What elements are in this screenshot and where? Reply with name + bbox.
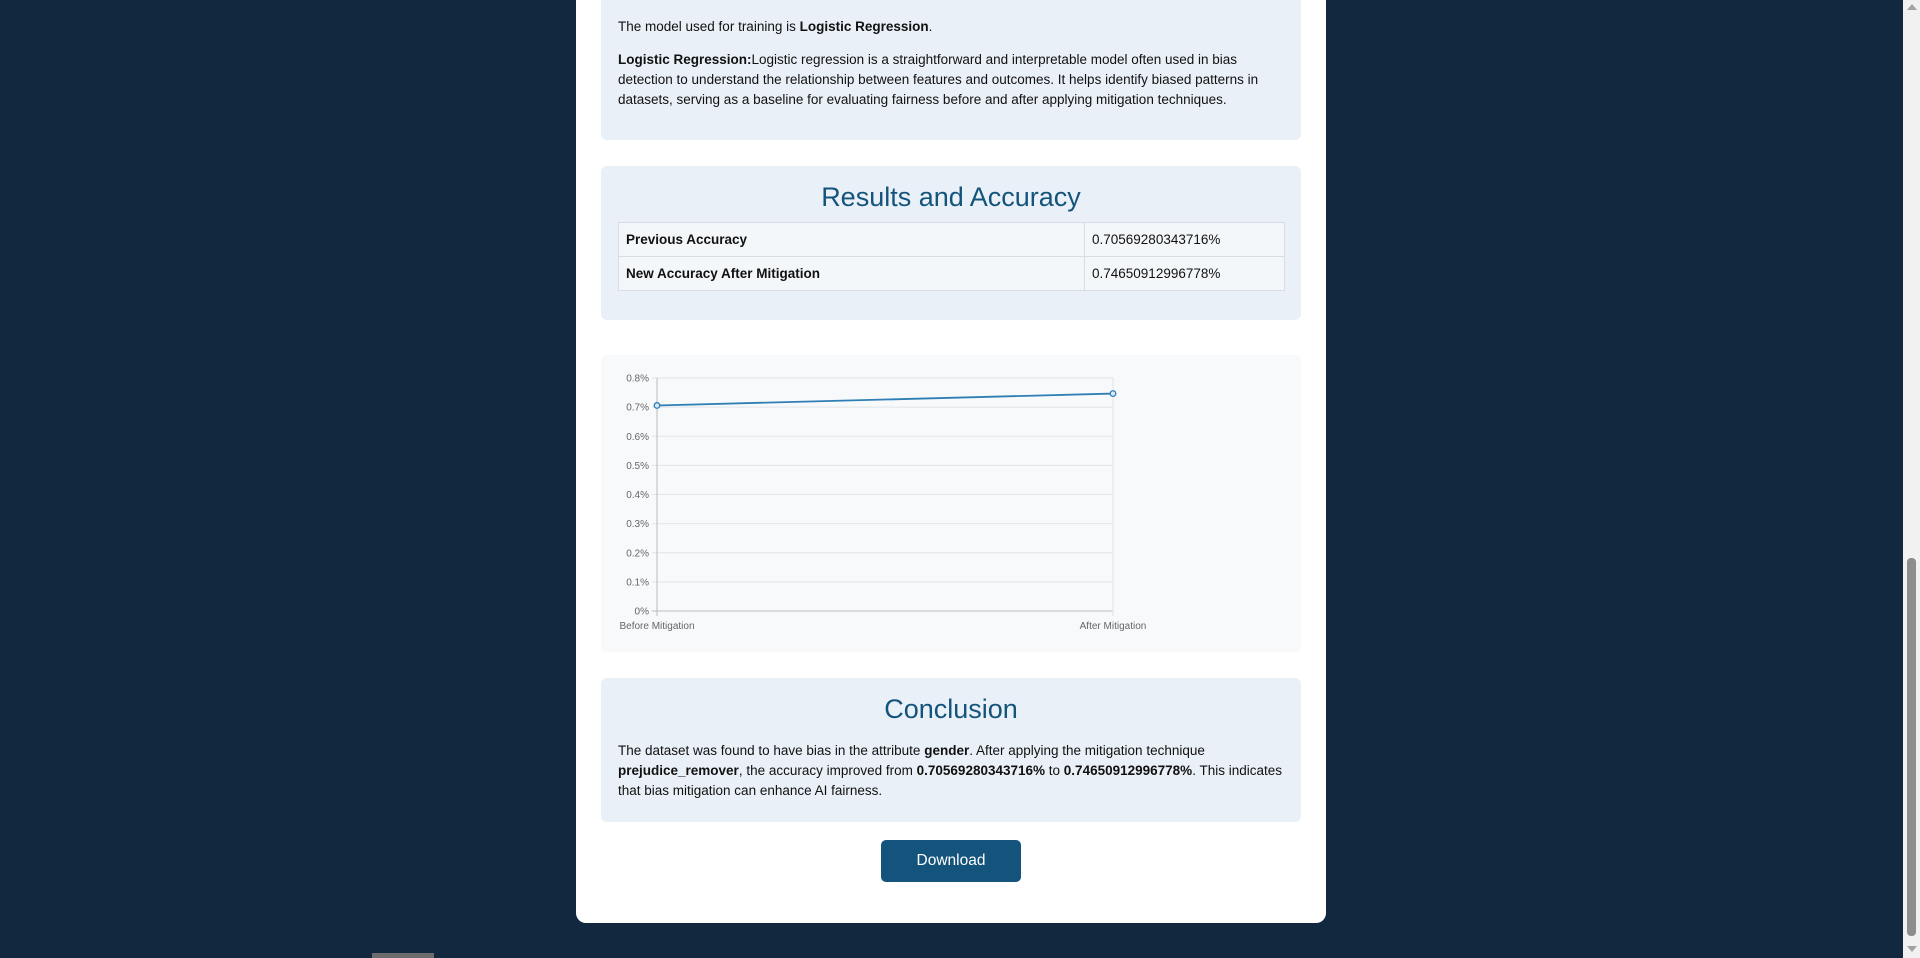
mitigation-technique: prejudice_remover	[618, 763, 739, 778]
y-tick-label: 0.4%	[626, 490, 649, 501]
model-description: Logistic Regression:Logistic regression …	[618, 50, 1278, 110]
new-accuracy-label: New Accuracy After Mitigation	[618, 256, 1085, 291]
y-tick-label: 0.5%	[626, 461, 649, 472]
bias-attribute: gender	[924, 743, 970, 758]
conclusion-title: Conclusion	[884, 694, 1018, 724]
new-accuracy-value: 0.74650912996778%	[1084, 256, 1285, 291]
series-line	[656, 392, 1114, 407]
previous-accuracy-label: Previous Accuracy	[618, 222, 1085, 257]
y-tick-label: 0%	[635, 607, 650, 618]
y-tick-label: 0.7%	[626, 403, 649, 414]
data-point	[653, 402, 661, 409]
download-button[interactable]: Download	[881, 840, 1021, 882]
conclusion-section: Conclusion The dataset was found to have…	[601, 678, 1301, 822]
y-tick-label: 0.3%	[626, 519, 649, 530]
model-description-title: Logistic Regression:	[618, 52, 752, 67]
y-tick-label: 0.8%	[626, 374, 649, 385]
conclusion-text: The dataset was found to have bias in th…	[618, 743, 1282, 798]
table-row: New Accuracy After Mitigation 0.74650912…	[618, 256, 1285, 291]
accuracy-after: 0.74650912996778%	[1063, 763, 1193, 778]
report-card: The model used for training is Logistic …	[576, 0, 1326, 923]
x-tick-label: Before Mitigation	[619, 621, 694, 632]
x-tick-label: After Mitigation	[1080, 621, 1147, 632]
y-tick-label: 0.1%	[626, 577, 649, 588]
data-point	[1109, 390, 1117, 398]
vertical-scrollbar[interactable]	[1903, 0, 1920, 958]
model-section: The model used for training is Logistic …	[601, 0, 1301, 140]
accuracy-table: Previous Accuracy 0.70569280343716% New …	[618, 222, 1285, 291]
accuracy-line-chart: 0% 0.1% 0.2% 0.3% 0.4% 0.5% 0.6% 0.7% 0.8% Before…	[619, 374, 1147, 633]
accuracy-chart: 0% 0.1% 0.2% 0.3% 0.4% 0.5% 0.6% 0.7% 0.8% Before…	[601, 355, 1301, 652]
horizontal-scrollbar-thumb[interactable]	[372, 953, 434, 958]
accuracy-before: 0.70569280343716%	[916, 763, 1046, 778]
scrollbar-thumb[interactable]	[1907, 558, 1916, 936]
model-intro: The model used for training is Logistic …	[618, 19, 933, 34]
y-tick-label: 0.2%	[626, 548, 649, 559]
results-title: Results and Accuracy	[821, 182, 1081, 212]
results-section: Results and Accuracy Previous Accuracy 0…	[601, 166, 1301, 320]
scroll-up-arrow-icon[interactable]	[1907, 4, 1917, 10]
table-row: Previous Accuracy 0.70569280343716%	[618, 222, 1285, 257]
scroll-down-arrow-icon[interactable]	[1907, 946, 1917, 952]
previous-accuracy-value: 0.70569280343716%	[1084, 222, 1285, 257]
model-name: Logistic Regression	[799, 19, 929, 34]
y-tick-label: 0.6%	[626, 432, 649, 443]
